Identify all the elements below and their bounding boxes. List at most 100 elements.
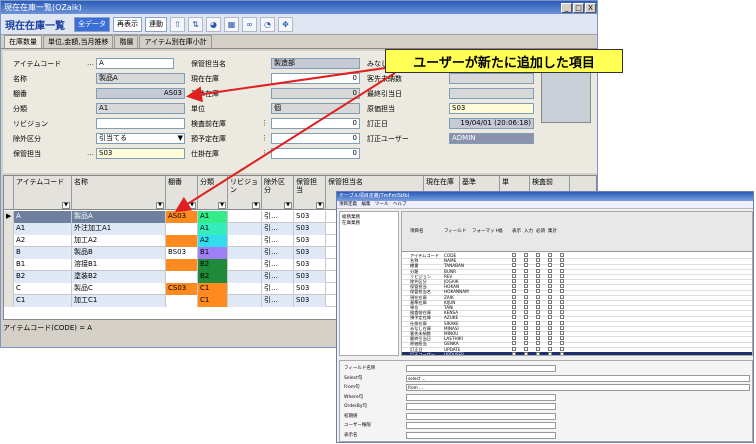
tab-unit-amount[interactable]: 単位,金額,当月推移	[43, 35, 114, 48]
checkbox[interactable]	[524, 263, 528, 268]
checkbox[interactable]	[512, 351, 516, 355]
checkbox[interactable]	[524, 258, 528, 263]
checkbox[interactable]	[560, 273, 564, 278]
table-cell[interactable]: AS03	[166, 211, 198, 223]
checkbox[interactable]	[524, 305, 528, 309]
checkbox[interactable]	[536, 268, 540, 273]
checkbox[interactable]	[524, 320, 528, 325]
col-header-name[interactable]: 名称 ▼	[72, 176, 166, 210]
checkbox[interactable]	[524, 310, 528, 315]
shelf-field[interactable]: AS03	[96, 88, 185, 99]
maximize-button[interactable]: □	[573, 2, 584, 13]
checkbox[interactable]	[536, 289, 540, 294]
table-cell[interactable]: B1	[14, 259, 72, 271]
checkbox[interactable]	[536, 320, 540, 325]
tree-item[interactable]: 在庫業務	[342, 220, 396, 226]
col-header-category[interactable]: 分類 ▼	[198, 176, 228, 210]
table-cell[interactable]	[228, 211, 262, 223]
checkbox[interactable]	[536, 305, 540, 309]
checkbox[interactable]	[524, 273, 528, 278]
checkbox[interactable]	[560, 336, 564, 341]
detail-field[interactable]	[406, 365, 556, 372]
detail-field[interactable]	[406, 412, 556, 420]
checkbox[interactable]	[512, 253, 516, 257]
table-cell[interactable]: C1	[198, 283, 228, 295]
checkbox[interactable]	[536, 258, 540, 263]
checkbox[interactable]	[560, 258, 564, 263]
checkbox[interactable]	[548, 273, 552, 278]
table-cell[interactable]: 外注加工A1	[72, 223, 166, 235]
tab-hierarchy[interactable]: 階層	[114, 35, 139, 48]
exclude-select[interactable]: 引当てる ▼	[96, 133, 185, 144]
table-cell[interactable]: 製品C	[72, 283, 166, 295]
checkbox[interactable]	[548, 346, 552, 351]
table-cell[interactable]: 溶接B1	[72, 259, 166, 271]
table-cell[interactable]: C1	[14, 295, 72, 307]
last-alloc-field[interactable]	[449, 88, 534, 99]
checkbox[interactable]	[548, 268, 552, 273]
table-cell[interactable]	[166, 259, 198, 271]
checkbox[interactable]	[560, 299, 564, 304]
checkbox[interactable]	[512, 336, 516, 341]
checkbox[interactable]	[560, 294, 564, 299]
checkbox[interactable]	[536, 346, 540, 351]
checkbox[interactable]	[548, 351, 552, 355]
checkbox[interactable]	[560, 315, 564, 320]
table-cell[interactable]: S03	[294, 223, 326, 235]
checkbox[interactable]	[548, 341, 552, 346]
expand-icon[interactable]: ✥	[278, 16, 293, 32]
table-cell[interactable]: C1	[198, 295, 228, 307]
table-cell[interactable]: A1	[198, 211, 228, 223]
manager-lookup[interactable]: …	[87, 149, 94, 157]
sort-icon[interactable]: ⇅	[188, 16, 203, 32]
table-cell[interactable]	[228, 283, 262, 295]
link-button[interactable]: 連動	[145, 16, 167, 32]
checkbox[interactable]	[560, 289, 564, 294]
speech-icon[interactable]: ◔	[260, 16, 275, 32]
wip-field[interactable]: 0	[271, 148, 360, 159]
checkbox[interactable]	[536, 263, 540, 268]
win2-field-grid[interactable]: 項目名 フィールド フォーマット 幅 表示 入力 必須 集計 アイテムコード CO…	[401, 211, 753, 356]
checkbox[interactable]	[560, 253, 564, 257]
checkbox[interactable]	[548, 336, 552, 341]
minimize-button[interactable]: _	[561, 2, 572, 13]
table-cell[interactable]	[4, 235, 14, 247]
checkbox[interactable]	[524, 253, 528, 257]
table-cell[interactable]: A1	[14, 223, 72, 235]
checkbox[interactable]	[512, 284, 516, 289]
undelivered-field[interactable]	[449, 73, 534, 84]
table-cell[interactable]: C	[14, 283, 72, 295]
table-cell[interactable]	[166, 295, 198, 307]
checkbox[interactable]	[524, 279, 528, 283]
table-cell[interactable]: 引…	[262, 211, 294, 223]
table-cell[interactable]: A2	[14, 235, 72, 247]
checkbox[interactable]	[524, 346, 528, 351]
checkbox[interactable]	[524, 299, 528, 304]
table-cell[interactable]: 製品A	[72, 211, 166, 223]
checkbox[interactable]	[512, 289, 516, 294]
table-cell[interactable]	[228, 223, 262, 235]
checkbox[interactable]	[524, 294, 528, 299]
checkbox[interactable]	[548, 294, 552, 299]
checkbox[interactable]	[512, 263, 516, 268]
checkbox[interactable]	[560, 331, 564, 335]
checkbox[interactable]	[560, 325, 564, 330]
table-cell[interactable]	[4, 295, 14, 307]
table-cell[interactable]: 引…	[262, 295, 294, 307]
checkbox[interactable]	[512, 258, 516, 263]
table-cell[interactable]: 引…	[262, 283, 294, 295]
checkbox[interactable]	[536, 273, 540, 278]
checkbox[interactable]	[512, 346, 516, 351]
table-cell[interactable]: 塗装B2	[72, 271, 166, 283]
table-cell[interactable]: A	[14, 211, 72, 223]
checkbox[interactable]	[512, 331, 516, 335]
detail-field[interactable]	[406, 431, 556, 439]
redisplay-button[interactable]: 再表示	[113, 16, 142, 32]
win2-menu[interactable]: 項目定義 編集 ツール ヘルプ	[337, 201, 753, 209]
table-cell[interactable]	[4, 259, 14, 271]
table-cell[interactable]: BS03	[166, 247, 198, 259]
checkbox[interactable]	[512, 341, 516, 346]
basic-stock-field[interactable]: 0	[271, 88, 360, 99]
checkbox[interactable]	[536, 279, 540, 283]
checkbox[interactable]	[548, 299, 552, 304]
